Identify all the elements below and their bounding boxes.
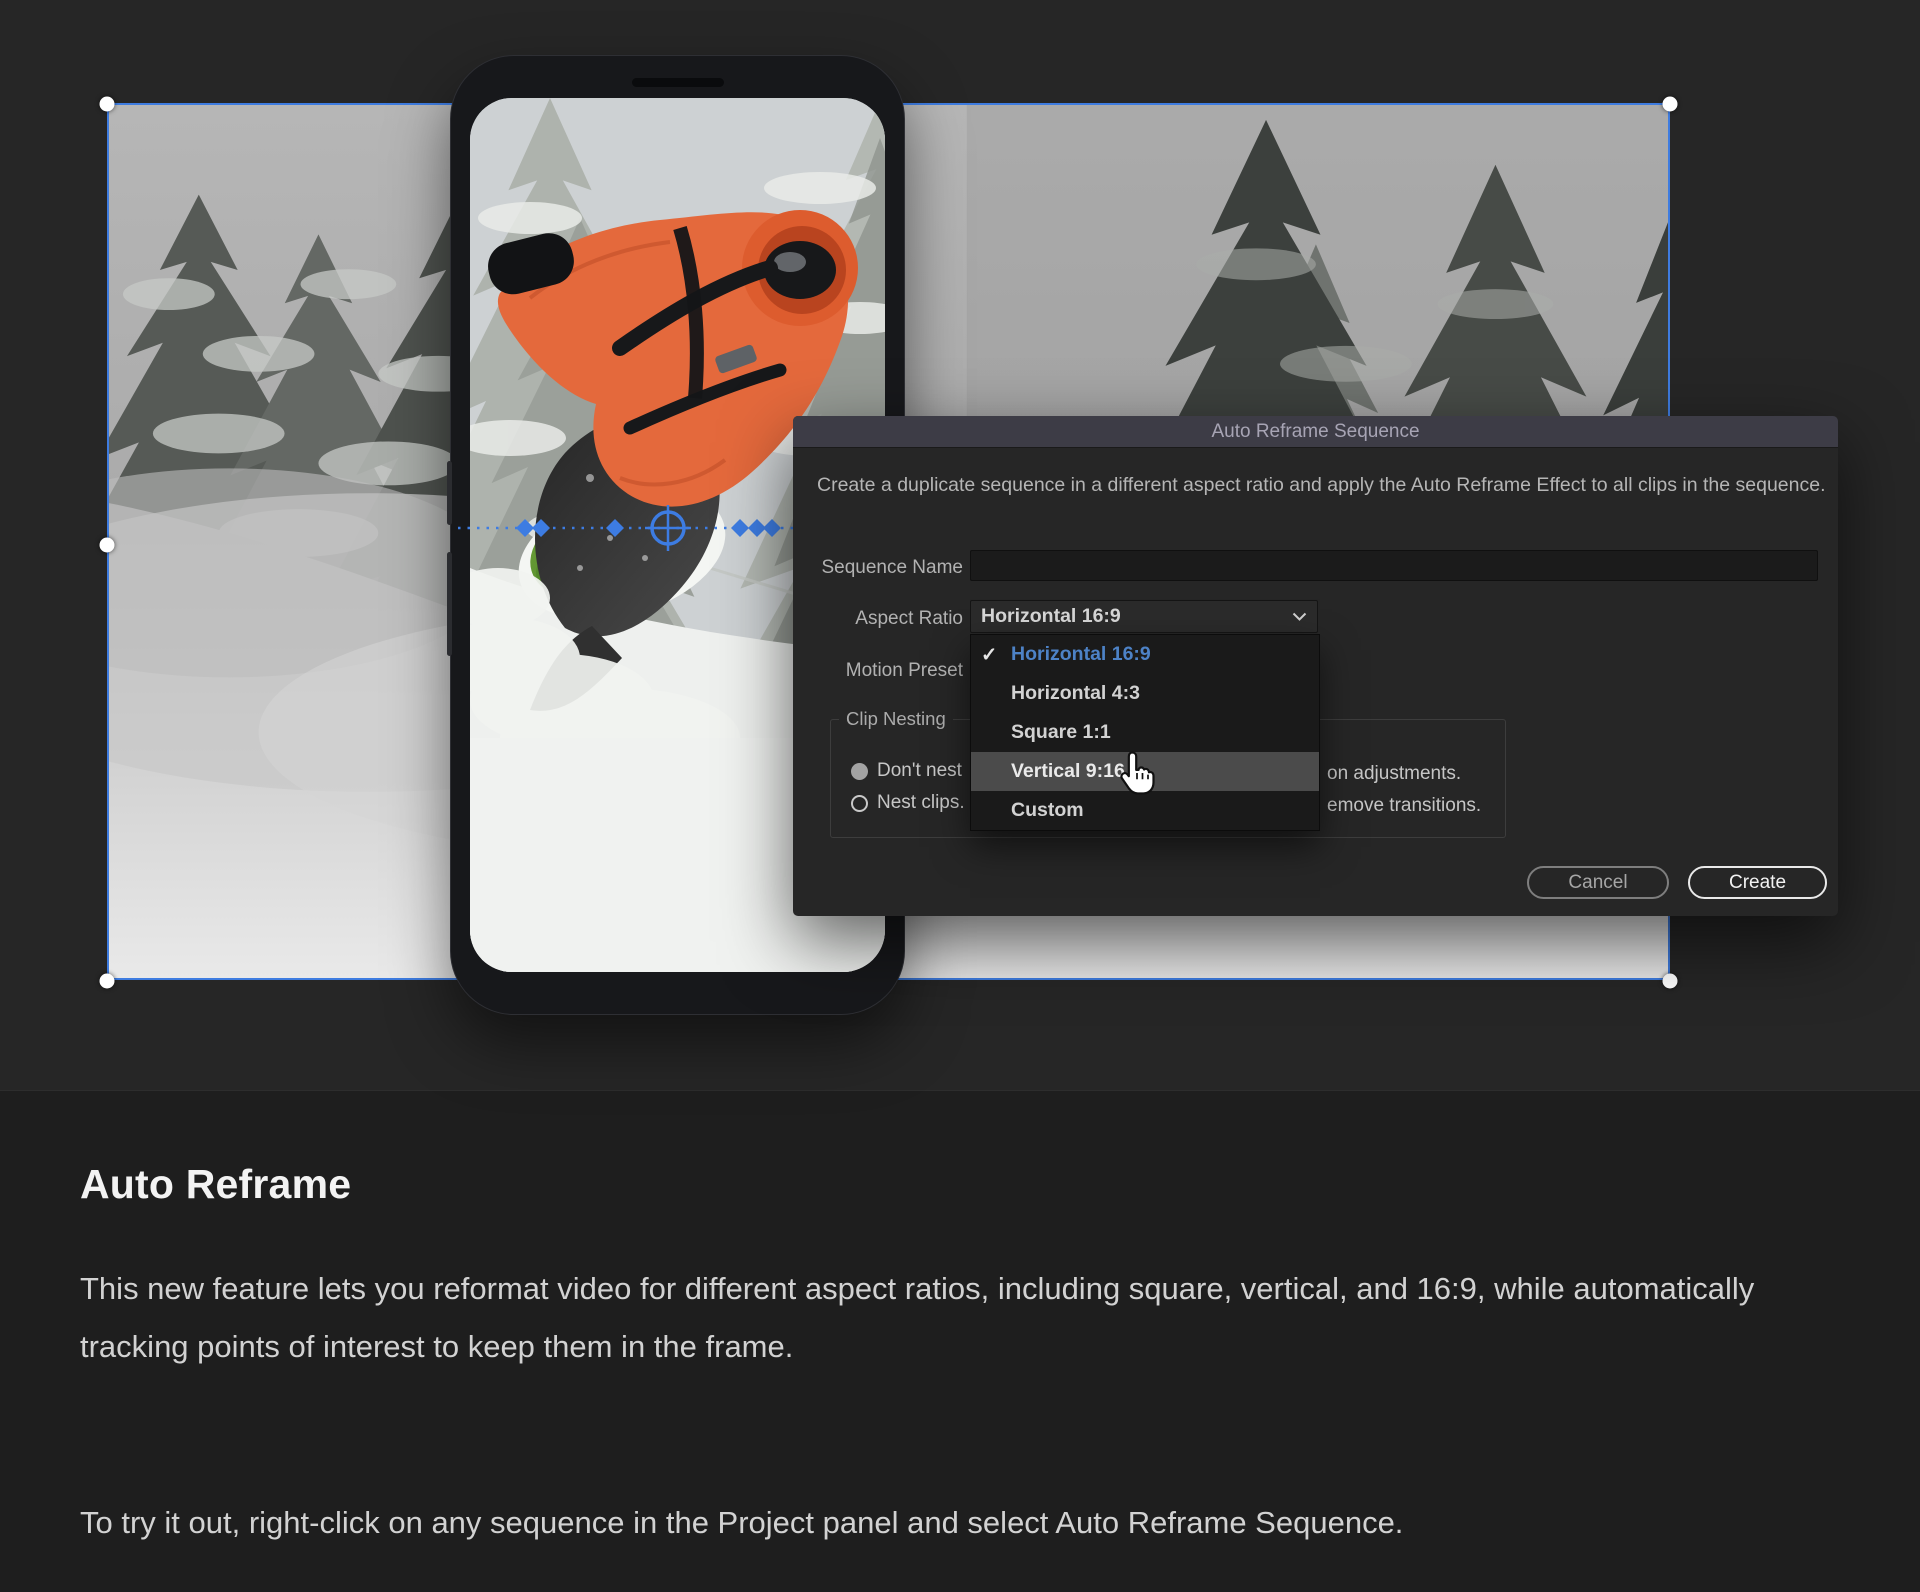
- menu-item-horizontal-16-9[interactable]: ✓ Horizontal 16:9: [971, 635, 1319, 674]
- page: Auto Reframe Sequence Create a duplicate…: [0, 0, 1920, 1592]
- cancel-button[interactable]: Cancel: [1527, 866, 1669, 899]
- keyframe-diamond-icon[interactable]: [763, 519, 781, 537]
- selection-handle-bottom-left[interactable]: [100, 974, 115, 989]
- radio-dont-nest[interactable]: Don't nest: [851, 760, 962, 782]
- motion-track-overlay: [450, 503, 800, 553]
- clip-nesting-label: Clip Nesting: [839, 708, 953, 730]
- radio-nest-clips-label-end: emove transitions.: [1327, 795, 1481, 817]
- menu-item-label: Horizontal 16:9: [1011, 643, 1151, 666]
- menu-item-label: Vertical 9:16: [1011, 760, 1125, 783]
- selection-handle-top-left[interactable]: [100, 97, 115, 112]
- dialog-description: Create a duplicate sequence in a differe…: [817, 474, 1826, 497]
- info-section: Auto Reframe This new feature lets you r…: [0, 1090, 1920, 1592]
- dialog-title: Auto Reframe Sequence: [793, 416, 1838, 448]
- radio-unselected-icon[interactable]: [851, 795, 868, 812]
- sequence-name-input[interactable]: [970, 550, 1818, 581]
- auto-reframe-dialog: Auto Reframe Sequence Create a duplicate…: [793, 416, 1838, 916]
- aspect-ratio-menu: ✓ Horizontal 16:9 Horizontal 4:3 Square …: [970, 634, 1320, 831]
- page-title: Auto Reframe: [0, 1091, 1920, 1208]
- hand-cursor-icon: [1118, 751, 1156, 795]
- aspect-ratio-label: Aspect Ratio: [813, 608, 963, 630]
- chevron-down-icon: [1292, 612, 1307, 622]
- keyframe-diamond-icon[interactable]: [731, 519, 749, 537]
- selection-handle-mid-left[interactable]: [100, 538, 115, 553]
- aspect-ratio-value: Horizontal 16:9: [981, 605, 1292, 628]
- selection-handle-top-right[interactable]: [1663, 97, 1678, 112]
- keyframe-diamond-icon[interactable]: [606, 519, 624, 537]
- radio-dont-nest-label-end: on adjustments.: [1327, 763, 1461, 785]
- menu-item-horizontal-4-3[interactable]: Horizontal 4:3: [971, 674, 1319, 713]
- radio-selected-icon[interactable]: [851, 763, 868, 780]
- feature-description: This new feature lets you reformat video…: [80, 1260, 1780, 1376]
- radio-dont-nest-label: Don't nest: [877, 760, 962, 782]
- phone-speaker-notch: [632, 78, 724, 87]
- keyframe-diamond-icon[interactable]: [532, 519, 550, 537]
- selection-handle-bottom-right[interactable]: [1663, 974, 1678, 989]
- menu-item-custom[interactable]: Custom: [971, 791, 1319, 830]
- sequence-name-label: Sequence Name: [813, 557, 963, 579]
- create-button[interactable]: Create: [1688, 866, 1827, 899]
- check-icon: ✓: [981, 643, 1007, 667]
- radio-nest-clips[interactable]: Nest clips.: [851, 792, 965, 814]
- motion-preset-label: Motion Preset: [813, 660, 963, 682]
- menu-item-label: Horizontal 4:3: [1011, 682, 1140, 705]
- phone-volume-button: [447, 552, 452, 656]
- hero-section: Auto Reframe Sequence Create a duplicate…: [0, 0, 1920, 1090]
- aspect-ratio-select[interactable]: Horizontal 16:9: [970, 600, 1318, 633]
- feature-instructions: To try it out, right-click on any sequen…: [80, 1494, 1840, 1552]
- menu-item-label: Custom: [1011, 799, 1084, 822]
- keyframe-diamond-icon[interactable]: [516, 519, 534, 537]
- track-point-icon[interactable]: [645, 505, 691, 551]
- menu-item-square-1-1[interactable]: Square 1:1: [971, 713, 1319, 752]
- menu-item-label: Square 1:1: [1011, 721, 1111, 744]
- radio-nest-clips-label: Nest clips.: [877, 792, 965, 814]
